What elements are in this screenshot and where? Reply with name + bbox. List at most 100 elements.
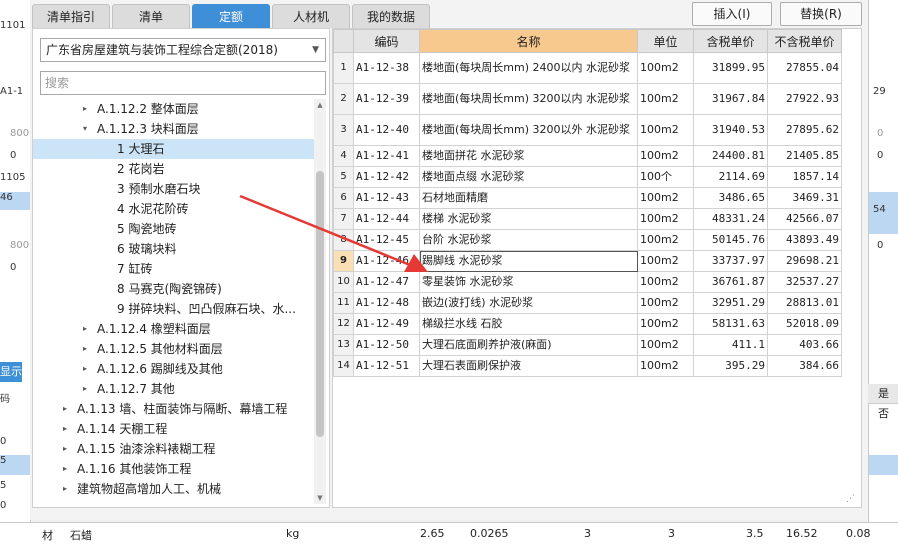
price-with-tax-cell[interactable]: 3486.65 <box>693 187 768 209</box>
quota-name-cell[interactable]: 楼地面拼花 水泥砂浆 <box>419 145 638 167</box>
row-index-cell[interactable]: 9 <box>333 250 354 272</box>
price-with-tax-cell[interactable]: 24400.81 <box>693 145 768 167</box>
price-with-tax-cell[interactable]: 2114.69 <box>693 166 768 188</box>
tab-labor-material-machine[interactable]: 人材机 <box>272 4 350 28</box>
caret-collapsed-icon[interactable]: ▸ <box>83 99 87 119</box>
tree-node[interactable]: ▸ A.1.15 油漆涂料裱糊工程 <box>33 439 314 459</box>
column-header-code[interactable]: 编码 <box>353 29 420 53</box>
quota-code-cell[interactable]: A1-12-43 <box>353 187 420 209</box>
price-without-tax-cell[interactable]: 27922.93 <box>767 83 842 115</box>
replace-button[interactable]: 替换(R) <box>780 2 862 26</box>
price-without-tax-cell[interactable]: 28813.01 <box>767 292 842 314</box>
quota-name-cell[interactable]: 楼地面(每块周长mm) 3200以内 水泥砂浆 <box>419 83 638 115</box>
tree-node[interactable]: ▸ A.1.12.2 整体面层 <box>33 99 314 119</box>
tree-node[interactable]: 7 缸砖 <box>33 259 314 279</box>
price-without-tax-cell[interactable]: 27855.04 <box>767 52 842 84</box>
row-index-cell[interactable]: 2 <box>333 83 354 115</box>
tree-node[interactable]: ▸ A.1.12.5 其他材料面层 <box>33 339 314 359</box>
quota-name-cell[interactable]: 踢脚线 水泥砂浆 <box>419 250 638 272</box>
row-index-cell[interactable]: 3 <box>333 114 354 146</box>
scrollbar-thumb[interactable] <box>316 171 324 437</box>
row-index-cell[interactable]: 10 <box>333 271 354 293</box>
unit-cell[interactable]: 100m2 <box>637 83 694 115</box>
row-index-cell[interactable]: 11 <box>333 292 354 314</box>
table-row[interactable]: 14 A1-12-51 大理石表面刷保护液 100m2 395.29 384.66 <box>333 355 842 377</box>
table-row[interactable]: 5 A1-12-42 楼地面点缀 水泥砂浆 100个 2114.69 1857.14 <box>333 166 842 188</box>
tree-node[interactable]: ▸ A.1.13 墙、柱面装饰与隔断、幕墙工程 <box>33 399 314 419</box>
unit-cell[interactable]: 100m2 <box>637 271 694 293</box>
table-row[interactable]: 9 A1-12-46 踢脚线 水泥砂浆 100m2 33737.97 29698.21 <box>333 250 842 272</box>
quota-library-select[interactable]: 广东省房屋建筑与装饰工程综合定额(2018) ▼ <box>40 38 326 62</box>
price-without-tax-cell[interactable]: 1857.14 <box>767 166 842 188</box>
quota-name-cell[interactable]: 石材地面精磨 <box>419 187 638 209</box>
price-with-tax-cell[interactable]: 31967.84 <box>693 83 768 115</box>
quota-code-cell[interactable]: A1-12-40 <box>353 114 420 146</box>
table-row[interactable]: 2 A1-12-39 楼地面(每块周长mm) 3200以内 水泥砂浆 100m2 319… <box>333 83 842 115</box>
tab-bill[interactable]: 清单 <box>112 4 190 28</box>
price-with-tax-cell[interactable]: 33737.97 <box>693 250 768 272</box>
price-with-tax-cell[interactable]: 50145.76 <box>693 229 768 251</box>
quota-code-cell[interactable]: A1-12-39 <box>353 83 420 115</box>
search-input[interactable] <box>40 71 326 95</box>
tree-node[interactable]: ▸ A.1.12.7 其他 <box>33 379 314 399</box>
quota-code-cell[interactable]: A1-12-38 <box>353 52 420 84</box>
caret-collapsed-icon[interactable]: ▸ <box>63 459 67 479</box>
table-row[interactable]: 10 A1-12-47 零星装饰 水泥砂浆 100m2 36761.87 32537.27 <box>333 271 842 293</box>
price-with-tax-cell[interactable]: 58131.63 <box>693 313 768 335</box>
price-without-tax-cell[interactable]: 403.66 <box>767 334 842 356</box>
tree-node[interactable]: ▸ A.1.12.6 踢脚线及其他 <box>33 359 314 379</box>
unit-cell[interactable]: 100m2 <box>637 229 694 251</box>
quota-name-cell[interactable]: 楼地面(每块周长mm) 2400以内 水泥砂浆 <box>419 52 638 84</box>
table-row[interactable]: 1 A1-12-38 楼地面(每块周长mm) 2400以内 水泥砂浆 100m2 318… <box>333 52 842 84</box>
column-header-price-with-tax[interactable]: 含税单价 <box>693 29 768 53</box>
quota-name-cell[interactable]: 楼地面(每块周长mm) 3200以外 水泥砂浆 <box>419 114 638 146</box>
unit-cell[interactable]: 100m2 <box>637 313 694 335</box>
tab-bill-guide[interactable]: 清单指引 <box>32 4 110 28</box>
table-row[interactable]: 4 A1-12-41 楼地面拼花 水泥砂浆 100m2 24400.81 21405.85 <box>333 145 842 167</box>
quota-code-cell[interactable]: A1-12-47 <box>353 271 420 293</box>
tree-node[interactable]: 8 马赛克(陶瓷锦砖) <box>33 279 314 299</box>
unit-cell[interactable]: 100m2 <box>637 250 694 272</box>
tree-node[interactable]: 3 预制水磨石块 <box>33 179 314 199</box>
quota-code-cell[interactable]: A1-12-49 <box>353 313 420 335</box>
row-index-cell[interactable]: 1 <box>333 52 354 84</box>
price-without-tax-cell[interactable]: 3469.31 <box>767 187 842 209</box>
caret-collapsed-icon[interactable]: ▸ <box>63 439 67 459</box>
quota-name-cell[interactable]: 零星装饰 水泥砂浆 <box>419 271 638 293</box>
row-index-cell[interactable]: 14 <box>333 355 354 377</box>
tree-node[interactable]: 4 水泥花阶砖 <box>33 199 314 219</box>
table-row[interactable]: 13 A1-12-50 大理石底面刷养护液(麻面) 100m2 411.1 403.66 <box>333 334 842 356</box>
quota-code-cell[interactable]: A1-12-44 <box>353 208 420 230</box>
tree-node[interactable]: ▸ A.1.16 其他装饰工程 <box>33 459 314 479</box>
tree-node[interactable]: ▸ A.1.14 天棚工程 <box>33 419 314 439</box>
scroll-up-icon[interactable]: ▲ <box>314 101 326 109</box>
table-row[interactable]: 12 A1-12-49 梯级拦水线 石胶 100m2 58131.63 52018.09 <box>333 313 842 335</box>
quota-name-cell[interactable]: 大理石表面刷保护液 <box>419 355 638 377</box>
caret-collapsed-icon[interactable]: ▸ <box>83 339 87 359</box>
price-with-tax-cell[interactable]: 31940.53 <box>693 114 768 146</box>
quota-code-cell[interactable]: A1-12-41 <box>353 145 420 167</box>
price-without-tax-cell[interactable]: 29698.21 <box>767 250 842 272</box>
price-with-tax-cell[interactable]: 36761.87 <box>693 271 768 293</box>
tree-node[interactable]: 9 拼碎块料、凹凸假麻石块、水... <box>33 299 314 319</box>
tree-node[interactable]: ▾ A.1.12.3 块料面层 <box>33 119 314 139</box>
tab-my-data[interactable]: 我的数据 <box>352 4 430 28</box>
unit-cell[interactable]: 100m2 <box>637 334 694 356</box>
price-with-tax-cell[interactable]: 31899.95 <box>693 52 768 84</box>
price-with-tax-cell[interactable]: 32951.29 <box>693 292 768 314</box>
row-index-cell[interactable]: 12 <box>333 313 354 335</box>
quota-code-cell[interactable]: A1-12-45 <box>353 229 420 251</box>
quota-code-cell[interactable]: A1-12-50 <box>353 334 420 356</box>
tree-node[interactable]: 6 玻璃块料 <box>33 239 314 259</box>
caret-expanded-icon[interactable]: ▾ <box>83 119 87 139</box>
tree-node[interactable]: 1 大理石 <box>33 139 314 159</box>
caret-collapsed-icon[interactable]: ▸ <box>63 399 67 419</box>
table-row[interactable]: 6 A1-12-43 石材地面精磨 100m2 3486.65 3469.31 <box>333 187 842 209</box>
unit-cell[interactable]: 100m2 <box>637 208 694 230</box>
quota-code-cell[interactable]: A1-12-48 <box>353 292 420 314</box>
caret-collapsed-icon[interactable]: ▸ <box>83 359 87 379</box>
quota-name-cell[interactable]: 楼梯 水泥砂浆 <box>419 208 638 230</box>
caret-collapsed-icon[interactable]: ▸ <box>83 379 87 399</box>
caret-collapsed-icon[interactable]: ▸ <box>83 319 87 339</box>
caret-collapsed-icon[interactable]: ▸ <box>63 479 67 499</box>
